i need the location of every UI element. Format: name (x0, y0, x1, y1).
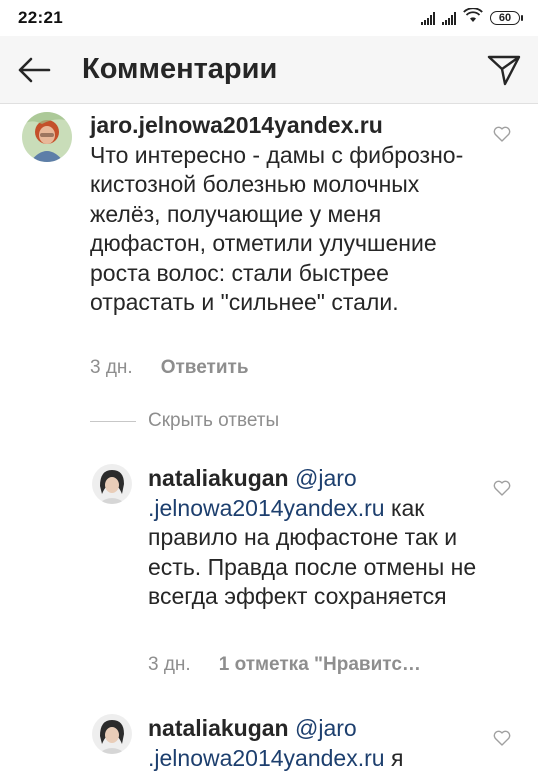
like-button[interactable] (490, 476, 514, 500)
reply-time: 3 дн. (148, 654, 191, 675)
comment-username[interactable]: jaro.jelnowa2014yandex.ru (90, 112, 383, 138)
reply-text: правило на дюфастоне так и есть. Правда … (148, 524, 477, 609)
status-bar: 22:21 60 (0, 0, 538, 36)
hide-replies-label: Скрыть ответы (148, 410, 280, 431)
signal-icon (442, 11, 456, 25)
comment-text: Что интересно - дамы с фиброзно-кистозно… (90, 141, 464, 316)
back-button[interactable] (14, 50, 54, 90)
mention-link-continued[interactable]: .jelnowa2014yandex.ru (148, 745, 385, 771)
reply-button[interactable]: Ответить (161, 357, 249, 379)
battery-level: 60 (498, 12, 512, 24)
comment-body: jaro.jelnowa2014yandex.ru Что интересно … (90, 111, 480, 318)
heart-icon (493, 730, 511, 746)
comment-meta: 3 дн. Ответить (90, 357, 249, 379)
reply-meta: 3 дн. 1 отметка "Нравитс… (148, 654, 421, 676)
likes-count-link[interactable]: 1 отметка "Нравитс… (219, 654, 421, 676)
reply-text-start: я (384, 744, 404, 771)
status-time: 22:21 (18, 8, 63, 27)
reply-body: nataliakugan @jaro .jelnowa2014yandex.ru… (148, 714, 478, 773)
avatar[interactable] (22, 112, 72, 162)
reply-username[interactable]: nataliakugan (148, 465, 289, 491)
paper-plane-icon (487, 55, 521, 86)
avatar[interactable] (92, 464, 132, 504)
reply-username[interactable]: nataliakugan (148, 715, 289, 741)
battery-icon: 60 (490, 11, 523, 25)
page-title: Комментарии (82, 53, 278, 85)
heart-icon (493, 480, 511, 496)
divider (90, 420, 136, 422)
reply-body: nataliakugan @jaro .jelnowa2014yandex.ru… (148, 464, 478, 612)
reply-text-start: как (384, 494, 425, 521)
mention-link[interactable]: @jaro (295, 715, 357, 741)
like-button[interactable] (490, 726, 514, 750)
hide-replies-button[interactable]: Скрыть ответы (90, 410, 279, 432)
mention-link[interactable]: @jaro (295, 465, 357, 491)
heart-icon (493, 126, 511, 142)
signal-icon (421, 11, 435, 25)
arrow-left-icon (18, 57, 51, 83)
header-bar: Комментарии (0, 36, 538, 104)
status-icons: 60 (421, 7, 523, 28)
wifi-icon (463, 7, 483, 28)
like-button[interactable] (490, 122, 514, 146)
avatar[interactable] (92, 714, 132, 754)
mention-link-continued[interactable]: .jelnowa2014yandex.ru (148, 495, 385, 521)
share-button[interactable] (484, 50, 524, 90)
comment-time: 3 дн. (90, 357, 133, 378)
